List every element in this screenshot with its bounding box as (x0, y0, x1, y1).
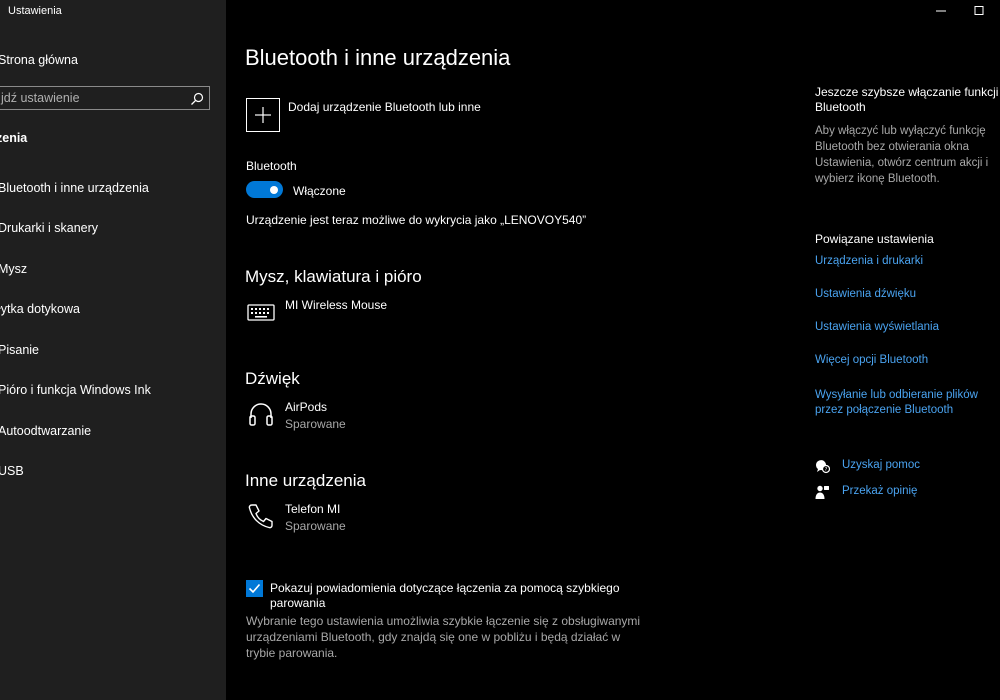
checkmark-icon (248, 583, 261, 594)
minimize-button[interactable] (933, 4, 949, 18)
bluetooth-label: Bluetooth (246, 159, 297, 173)
plus-icon (255, 107, 271, 123)
sidebar: Ustawienia Strona główna jdź ustawienie … (0, 0, 226, 700)
sidebar-item-typing[interactable]: Pisanie (0, 343, 39, 357)
sidebar-item-touchpad[interactable]: łytka dotykowa (0, 302, 80, 316)
tip-title: Jeszcze szybsze włączanie funkcji Blueto… (815, 85, 999, 114)
sidebar-item-autoplay[interactable]: Autoodtwarzanie (0, 424, 91, 438)
sidebar-item-bluetooth[interactable]: Bluetooth i inne urządzenia (0, 181, 149, 195)
sidebar-section-label: zenia (0, 131, 28, 145)
phone-icon (248, 504, 273, 529)
sidebar-item-usb[interactable]: USB (0, 464, 24, 478)
swift-pair-checkbox[interactable] (246, 580, 263, 597)
svg-text:?: ? (825, 467, 828, 473)
keyboard-icon (247, 304, 275, 321)
device-phone-status: Sparowane (285, 519, 346, 533)
get-help-link[interactable]: Uzyskaj pomoc (842, 459, 920, 471)
discoverable-text: Urządzenie jest teraz możliwe do wykryci… (246, 213, 587, 227)
maximize-button[interactable] (971, 4, 987, 18)
add-device-label[interactable]: Dodaj urządzenie Bluetooth lub inne (288, 100, 481, 114)
sidebar-item-home[interactable]: Strona główna (0, 53, 78, 67)
swift-pair-label[interactable]: Pokazuj powiadomienia dotyczące łączenia… (270, 581, 630, 611)
bluetooth-toggle-state: Włączone (293, 184, 346, 198)
search-placeholder: jdź ustawienie (1, 91, 80, 105)
window-title: Ustawienia (8, 5, 62, 17)
device-mouse[interactable]: MI Wireless Mouse (285, 298, 387, 312)
search-icon[interactable] (190, 92, 204, 106)
give-feedback-link[interactable]: Przekaż opinię (842, 485, 917, 497)
link-devices-printers[interactable]: Urządzenia i drukarki (815, 255, 923, 267)
add-device-button[interactable] (246, 98, 280, 132)
link-send-receive-files[interactable]: Wysyłanie lub odbieranie plików przez po… (815, 388, 1000, 418)
device-airpods[interactable]: AirPods (285, 400, 327, 414)
page-title: Bluetooth i inne urządzenia (245, 45, 511, 70)
link-sound-settings[interactable]: Ustawienia dźwięku (815, 288, 916, 300)
section-title-audio: Dźwięk (245, 369, 300, 388)
link-display-settings[interactable]: Ustawienia wyświetlania (815, 321, 939, 333)
sidebar-item-printers[interactable]: Drukarki i skanery (0, 221, 98, 235)
sidebar-item-mouse[interactable]: Mysz (0, 262, 27, 276)
related-settings-heading: Powiązane ustawienia (815, 232, 934, 246)
device-phone[interactable]: Telefon MI (285, 502, 340, 516)
section-title-other: Inne urządzenia (245, 471, 366, 490)
search-input[interactable]: jdź ustawienie (0, 86, 210, 110)
tip-text: Aby włączyć lub wyłączyć funkcję Bluetoo… (815, 125, 989, 185)
link-more-bluetooth[interactable]: Więcej opcji Bluetooth (815, 354, 928, 366)
headphones-icon (249, 403, 273, 426)
toggle-knob (270, 185, 278, 194)
help-icon: ? (816, 460, 830, 474)
section-title-input: Mysz, klawiatura i pióro (245, 267, 422, 286)
bluetooth-toggle[interactable] (246, 181, 283, 198)
device-airpods-status: Sparowane (285, 417, 346, 431)
sidebar-item-pen[interactable]: Pióro i funkcja Windows Ink (0, 383, 151, 397)
feedback-icon (815, 485, 829, 499)
swift-pair-description: Wybranie tego ustawienia umożliwia szybk… (246, 614, 641, 660)
